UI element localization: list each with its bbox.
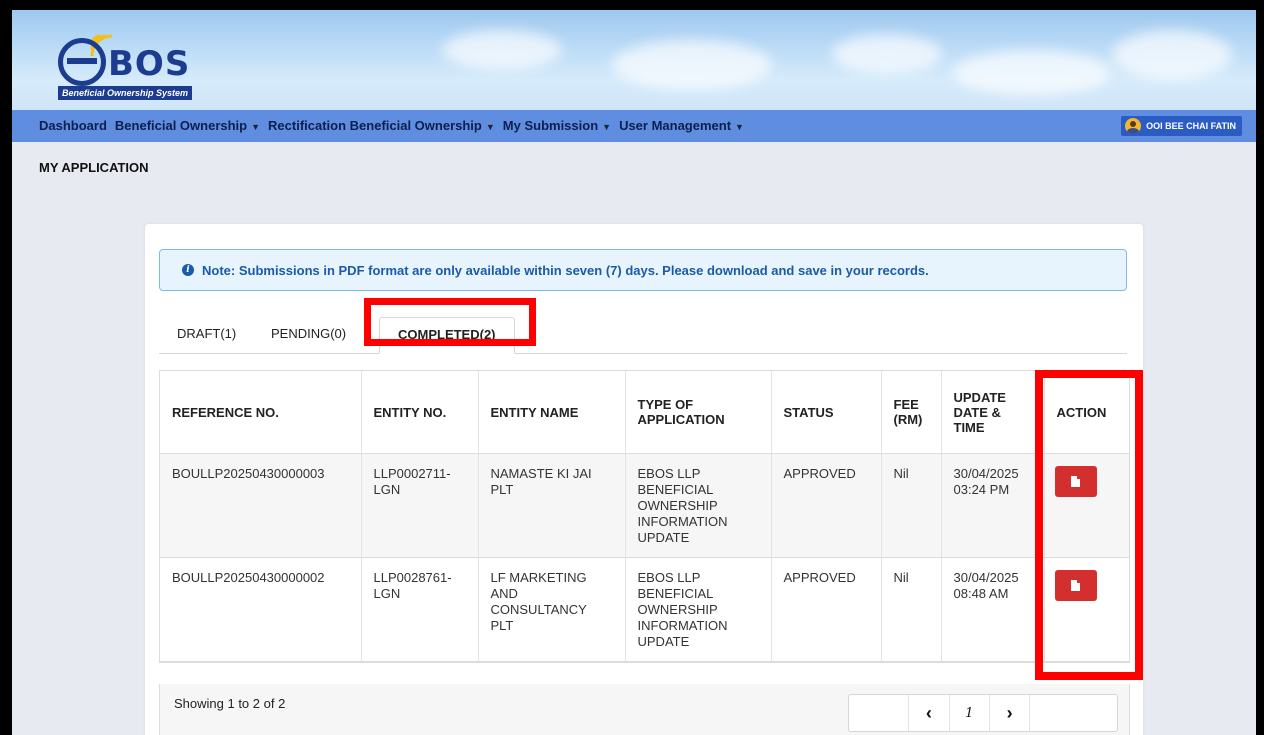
note-text: Note: Submissions in PDF format are only… <box>202 262 929 278</box>
table-footer: Showing 1 to 2 of 2 ‹ 1 › <box>159 684 1130 735</box>
col-header-reference: REFERENCE NO. <box>160 371 362 454</box>
cell-fee: Nil <box>881 557 942 662</box>
cell-status: APPROVED <box>771 453 882 558</box>
col-header-updated: UPDATE DATE & TIME <box>941 371 1045 454</box>
cell-type: EBOS LLP BENEFICIAL OWNERSHIP INFORMATIO… <box>625 453 772 558</box>
tab-draft[interactable]: DRAFT(1) <box>177 326 236 341</box>
app-frame: BOS Beneficial Ownership System Dashboar… <box>12 10 1256 735</box>
logo-subtitle: Beneficial Ownership System <box>58 86 193 100</box>
pdf-note-alert: i Note: Submissions in PDF format are on… <box>159 249 1127 291</box>
nav-item-beneficial-ownership[interactable]: Beneficial Ownership ▼ <box>115 118 260 133</box>
pagination-last-spacer <box>1030 695 1117 731</box>
user-menu-button[interactable]: OOI BEE CHAI FATIN <box>1121 116 1242 136</box>
pagination: ‹ 1 › <box>848 694 1118 732</box>
page-title: MY APPLICATION <box>39 160 149 175</box>
nav-item-label: Rectification Beneficial Ownership <box>268 118 482 133</box>
logo-text: BOS <box>108 44 191 84</box>
cell-entity-no: LLP0028761-LGN <box>361 557 479 662</box>
nav-item-rectification-beneficial-ownership[interactable]: Rectification Beneficial Ownership ▼ <box>268 118 495 133</box>
col-header-entity-name: ENTITY NAME <box>478 371 626 454</box>
highlight-completed-tab <box>364 298 536 346</box>
table-row: BOULLP20250430000002 LLP0028761-LGN LF M… <box>160 557 1129 662</box>
page-number-button[interactable]: 1 <box>950 695 990 731</box>
nav-item-my-submission[interactable]: My Submission ▼ <box>503 118 611 133</box>
prev-page-button[interactable]: ‹ <box>909 695 950 731</box>
cell-entity-no: LLP0002711-LGN <box>361 453 479 558</box>
avatar <box>1125 118 1142 134</box>
user-name: OOI BEE CHAI FATIN <box>1146 121 1236 131</box>
col-header-status: STATUS <box>771 371 882 454</box>
application-card: i Note: Submissions in PDF format are on… <box>145 224 1143 735</box>
cell-entity-name: NAMASTE KI JAI PLT <box>478 453 626 558</box>
nav-item-label: Dashboard <box>39 118 107 133</box>
highlight-action-column <box>1035 370 1143 680</box>
main-nav: Dashboard Beneficial Ownership ▼ Rectificat… <box>12 110 1256 142</box>
cell-reference: BOULLP20250430000003 <box>160 453 362 558</box>
table-row: BOULLP20250430000003 LLP0002711-LGN NAMA… <box>160 453 1129 558</box>
tab-pending[interactable]: PENDING(0) <box>271 326 346 341</box>
nav-item-dashboard[interactable]: Dashboard <box>39 118 107 133</box>
status-tabs: DRAFT(1) PENDING(0) COMPLETED(2) <box>159 317 1127 354</box>
table-header-row: REFERENCE NO. ENTITY NO. ENTITY NAME TYP… <box>160 371 1129 454</box>
header-banner: BOS Beneficial Ownership System <box>12 10 1256 110</box>
nav-items: Dashboard Beneficial Ownership ▼ Rectificat… <box>39 118 752 133</box>
cell-entity-name: LF MARKETING AND CONSULTANCY PLT <box>478 557 626 662</box>
showing-count: Showing 1 to 2 of 2 <box>174 696 286 711</box>
cell-fee: Nil <box>881 453 942 558</box>
cell-status: APPROVED <box>771 557 882 662</box>
col-header-entity-no: ENTITY NO. <box>361 371 479 454</box>
caret-down-icon: ▼ <box>251 122 261 132</box>
nav-item-label: My Submission <box>502 118 599 133</box>
caret-down-icon: ▼ <box>485 122 495 132</box>
cell-reference: BOULLP20250430000002 <box>160 557 362 662</box>
logo-e-icon <box>58 38 106 86</box>
nav-item-label: Beneficial Ownership <box>114 118 248 133</box>
nav-item-user-management[interactable]: User Management ▼ <box>619 118 744 133</box>
caret-down-icon: ▼ <box>602 122 612 132</box>
nav-item-label: User Management <box>619 118 732 133</box>
applications-table: REFERENCE NO. ENTITY NO. ENTITY NAME TYP… <box>159 370 1130 663</box>
info-icon: i <box>182 264 194 276</box>
ebos-logo[interactable]: BOS Beneficial Ownership System <box>58 28 218 100</box>
next-page-button[interactable]: › <box>990 695 1031 731</box>
col-header-fee: FEE (RM) <box>881 371 942 454</box>
cell-updated: 30/04/2025 03:24 PM <box>941 453 1045 558</box>
cell-updated: 30/04/2025 08:48 AM <box>941 557 1045 662</box>
pagination-first-spacer <box>849 695 910 731</box>
caret-down-icon: ▼ <box>735 122 744 132</box>
col-header-type: TYPE OF APPLICATION <box>625 371 772 454</box>
cell-type: EBOS LLP BENEFICIAL OWNERSHIP INFORMATIO… <box>625 557 772 662</box>
